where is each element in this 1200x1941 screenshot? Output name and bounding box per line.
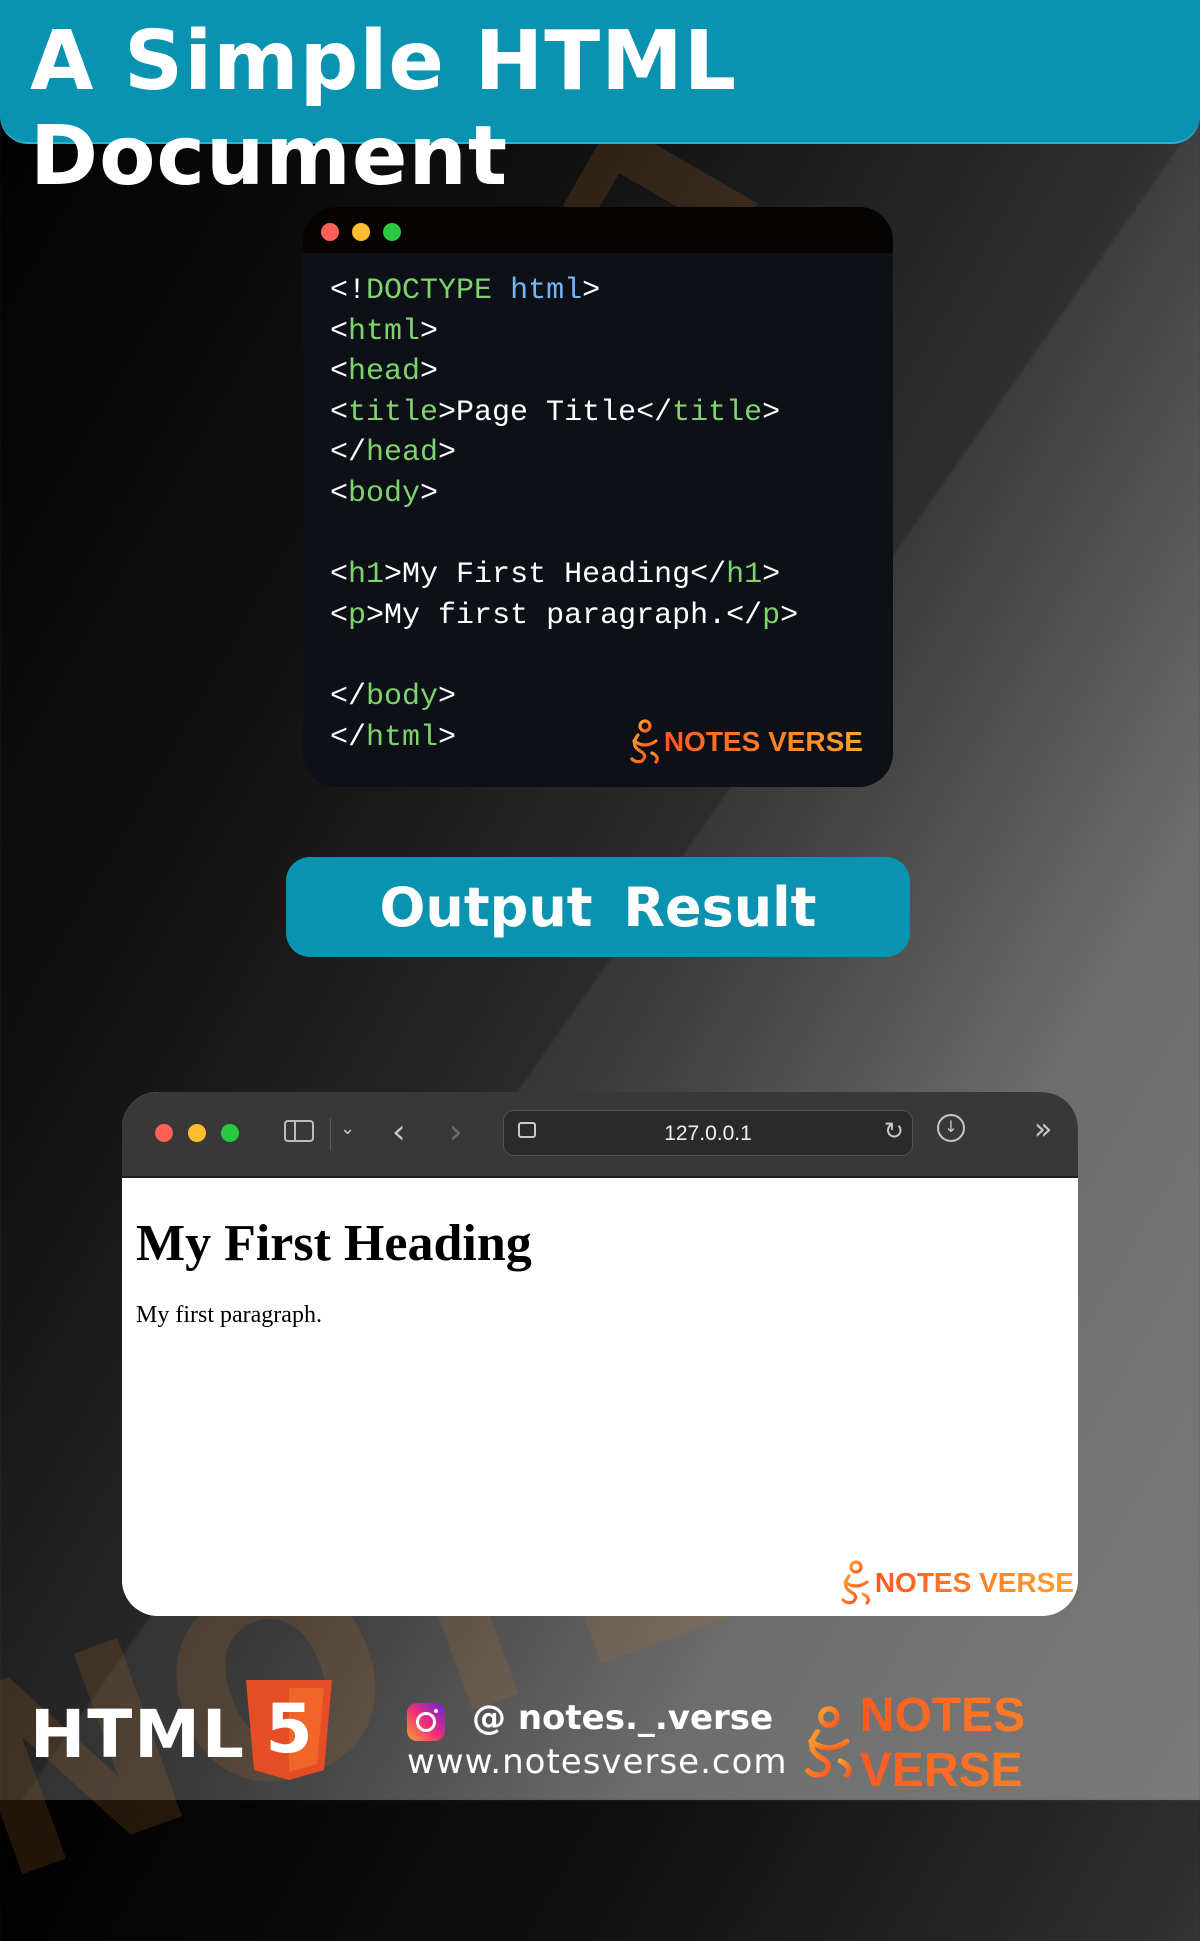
code-token: < [330,598,349,633]
maximize-window-button[interactable] [221,1124,239,1142]
sidebar-toggle-icon[interactable] [284,1120,314,1142]
code-token: < [330,476,349,511]
code-line: <p>My first paragraph.</p> [330,596,798,637]
code-token: head [348,355,421,390]
code-token: > [438,436,457,471]
code-token: > [438,720,457,755]
notes-verse-logo: NOTES VERSE [626,719,863,765]
code-token: DOCTYPE [366,274,493,308]
code-token: </ [636,395,673,430]
download-icon[interactable]: ↓ [937,1114,965,1142]
maximize-dot-icon [383,223,401,241]
output-result-label: Output Result [286,857,910,957]
address-text: 127.0.0.1 [664,1122,752,1145]
notes-verse-logo: NOTES VERSE [798,1688,1200,1798]
code-token: head [366,436,439,471]
code-token: p [348,598,367,633]
code-block: <!DOCTYPE html> <html> <head> <title>Page T… [330,271,798,758]
code-token: > [762,558,781,593]
code-token: > [420,355,439,390]
html-label: HTML [30,1696,246,1773]
notes-verse-logo: NOTES VERSE [837,1560,1074,1606]
code-token: My first paragraph. [384,598,727,633]
notes-verse-logo-icon [841,1560,870,1605]
reload-icon[interactable]: ↻ [884,1117,904,1145]
code-token: < [330,355,349,390]
browser-window: ⌄ ‹ › 127.0.0.1 ↻ ↓ » My First Heading M… [122,1092,1078,1616]
code-token: > [438,395,457,430]
code-token: </ [726,598,763,633]
logo-text: NOTES VERSE [663,726,863,757]
logo-text: NOTES VERSE [860,1688,1200,1798]
minimize-dot-icon [352,223,370,241]
notes-verse-logo-icon [805,1706,852,1779]
code-token: p [762,598,781,633]
instagram-icon [407,1703,445,1741]
code-token: h1 [348,558,385,593]
page-viewport: My First Heading My first paragraph. NOT… [122,1178,1078,1616]
code-token: </ [330,436,367,471]
code-token: My First Heading [402,558,691,593]
logo-text: NOTES VERSE [874,1567,1074,1598]
chevron-down-icon[interactable]: ⌄ [340,1118,355,1139]
code-token: > [582,274,601,308]
code-token: </ [690,558,727,593]
title-banner: A Simple HTML Document [0,0,1200,204]
code-token: html [366,720,439,755]
code-token: html [510,274,583,308]
code-token: < [330,314,349,349]
rendered-paragraph: My first paragraph. [136,1302,322,1328]
code-token: </ [330,679,367,714]
rendered-heading: My First Heading [136,1215,532,1272]
page-title: A Simple HTML Document [30,14,737,204]
forward-button[interactable]: › [449,1112,463,1152]
code-token: > [438,679,457,714]
html5-shield-icon: 5 [246,1680,332,1780]
code-line: <title>Page Title</title> [330,393,798,434]
code-token: > [762,395,781,430]
code-token: > [420,476,439,511]
code-token: html [348,314,421,349]
code-window-titlebar [303,207,893,253]
code-window: <!DOCTYPE html> <html> <head> <title>Page T… [303,207,893,787]
code-line: </head> [330,433,798,474]
code-line: <h1>My First Heading</h1> [330,555,798,596]
code-token: < [330,395,349,430]
code-token: </ [330,720,367,755]
code-token: > [366,598,385,633]
code-token: title [672,395,763,430]
toolbar-divider [330,1118,331,1150]
close-window-button[interactable] [155,1124,173,1142]
back-button[interactable]: ‹ [392,1112,406,1152]
notes-verse-logo-icon [630,719,659,764]
code-token: <! [330,274,367,308]
code-token: h1 [726,558,763,593]
code-token: > [384,558,403,593]
more-tools-icon[interactable]: » [1034,1112,1052,1147]
code-token: body [366,679,439,714]
code-line: <body> [330,474,798,515]
browser-toolbar: ⌄ ‹ › 127.0.0.1 ↻ ↓ » [122,1092,1078,1178]
code-token: body [348,476,421,511]
address-bar[interactable]: 127.0.0.1 ↻ [503,1110,913,1156]
code-line: <!DOCTYPE html> [330,271,798,312]
code-line: <head> [330,352,798,393]
website-url: www.notesverse.com [407,1742,788,1782]
close-dot-icon [321,223,339,241]
code-token: > [420,314,439,349]
code-token: title [348,395,439,430]
minimize-window-button[interactable] [188,1124,206,1142]
html5-number: 5 [265,1690,312,1769]
code-token: Page Title [456,395,637,430]
instagram-handle: @ notes._.verse [472,1698,774,1738]
code-token: > [780,598,799,633]
code-line: </body> [330,677,798,718]
code-token: < [330,558,349,593]
code-line: <html> [330,312,798,353]
